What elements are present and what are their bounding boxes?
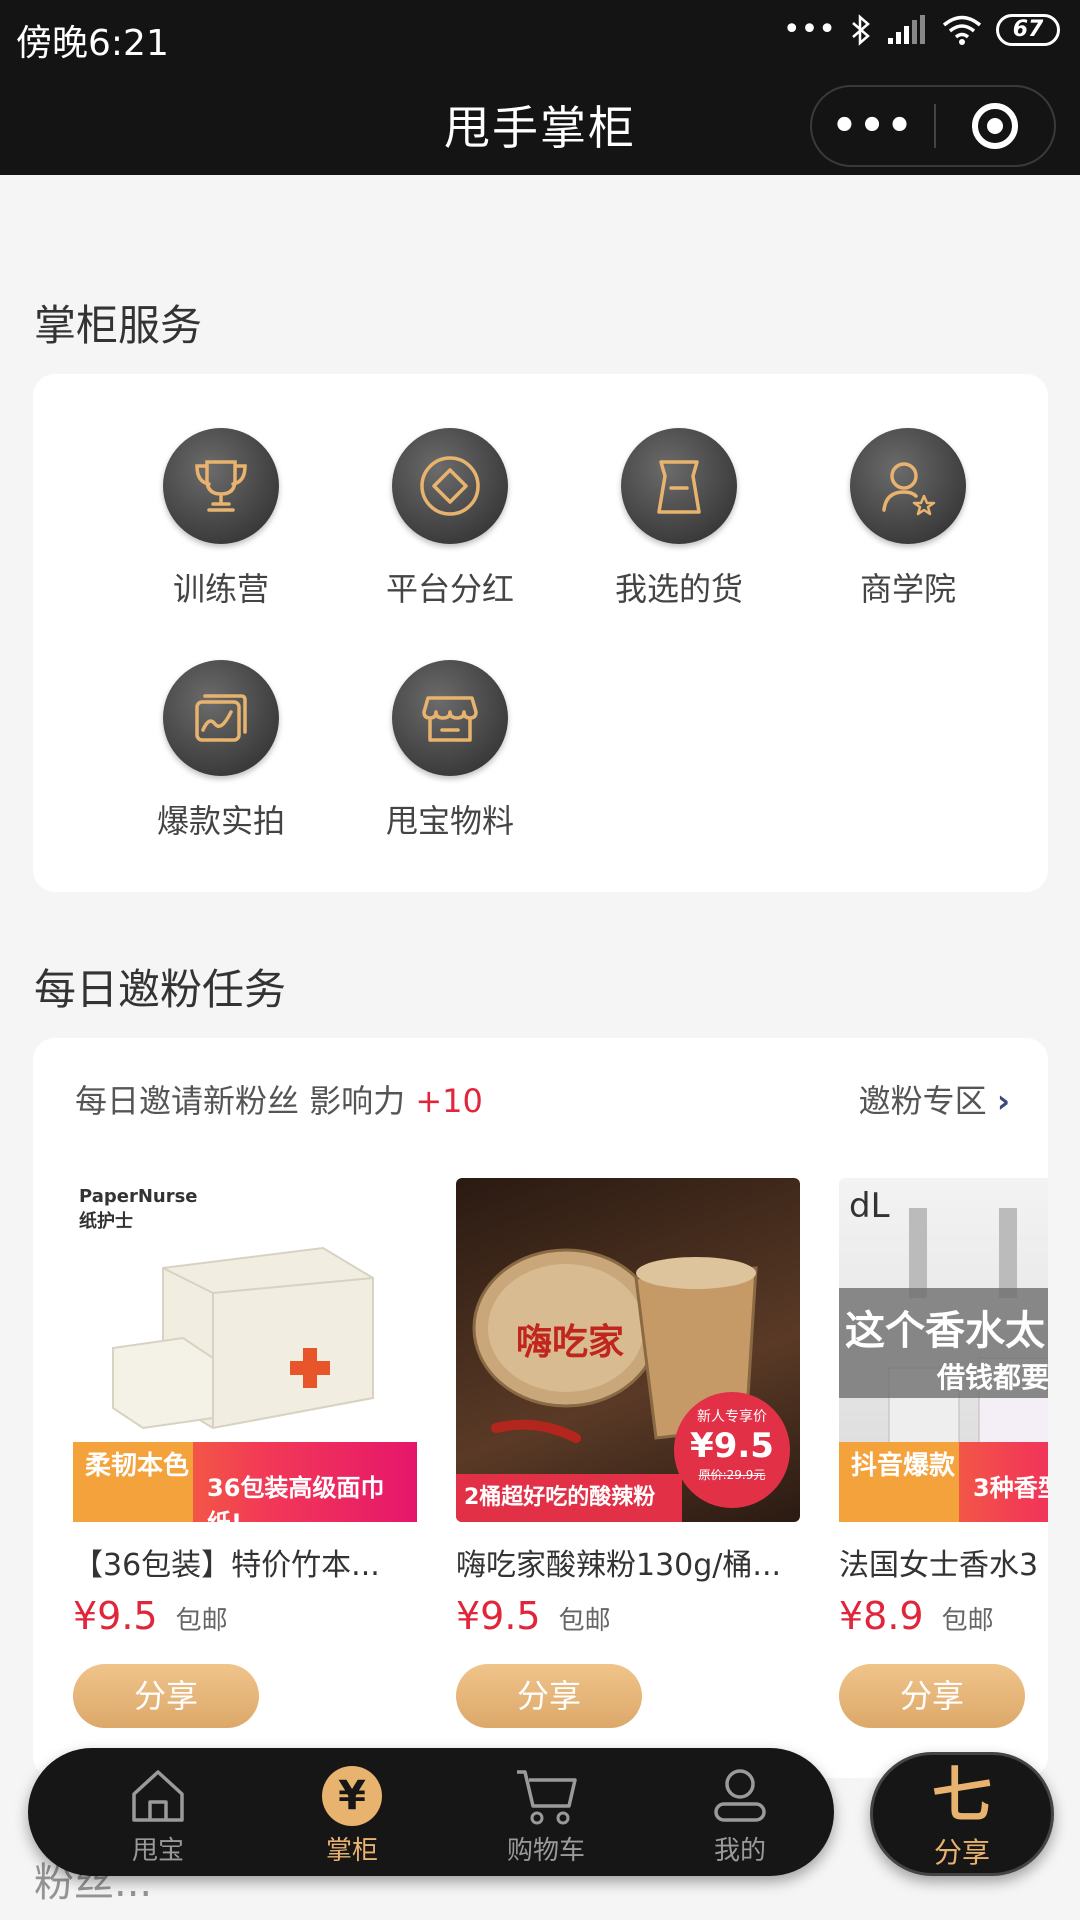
home-icon (132, 1770, 184, 1822)
shipping-label: 包邮 (175, 1606, 228, 1636)
image-headline: 这个香水太 (845, 1308, 1045, 1354)
services-card: 训练营 平台分红 我选的货 商学院 爆款实拍 甩宝物料 (33, 374, 1048, 892)
cart-icon (517, 1770, 577, 1825)
product-name: 法国女士香水3 (839, 1548, 1039, 1583)
service-materials[interactable]: 甩宝物料 (350, 660, 550, 842)
product-price: ¥9.5 (73, 1594, 158, 1638)
tasks-card: 每日邀请新粉丝 影响力 +10 邀粉专区 › PaperNurse 纸护士 柔韧… (33, 1038, 1048, 1778)
product-name: 嗨吃家酸辣粉130g/桶... (456, 1548, 782, 1583)
tissue-box-illustration (112, 1246, 374, 1430)
price-badge: 新人专享价 ¥9.5 原价:29.9元 (674, 1392, 790, 1508)
services-title: 掌柜服务 (34, 301, 203, 350)
trophy-icon (195, 460, 247, 512)
shipping-label: 包邮 (558, 1606, 611, 1636)
price-row: ¥8.9 包邮 (839, 1594, 1048, 1638)
status-time: 傍晚6:21 (16, 23, 169, 64)
user-icon (714, 1769, 766, 1822)
tab-label: 我的 (713, 1836, 766, 1866)
service-training-camp[interactable]: 训练营 (121, 428, 321, 610)
service-label: 商学院 (859, 570, 956, 608)
product-price: ¥9.5 (456, 1594, 541, 1638)
promo-text: 36包装高级面巾纸! (207, 1474, 385, 1537)
share-fab-button[interactable]: 七 分享 (870, 1752, 1054, 1876)
status-icons: ••• 67 (783, 12, 1060, 47)
close-mini-program-button[interactable] (936, 103, 1054, 149)
price-row: ¥9.5 包邮 (73, 1594, 417, 1638)
tab-label: 掌柜 (325, 1836, 378, 1866)
more-dots-icon: ••• (782, 12, 836, 47)
target-icon (972, 103, 1018, 149)
gallery-icon (195, 694, 247, 742)
wifi-icon (942, 15, 982, 45)
shipping-label: 包邮 (941, 1606, 994, 1636)
mini-program-capsule: ••• (810, 85, 1056, 167)
share-button[interactable]: 分享 (839, 1664, 1025, 1728)
bottom-tab-bar: 甩宝 ¥ 掌柜 购物车 我的 (28, 1748, 834, 1876)
product-promo-banner: 柔韧本色 36包装高级面巾纸! (73, 1442, 417, 1537)
tab-label: 甩宝 (131, 1836, 184, 1866)
signal-icon (888, 14, 925, 44)
invite-zone-link[interactable]: 邀粉专区 › (859, 1076, 1010, 1122)
product-name: 【36包装】特价竹本... (73, 1548, 380, 1583)
product-brand-text: 嗨吃家 (516, 1322, 625, 1363)
invite-zone-label: 邀粉专区 (858, 1082, 987, 1120)
yen-icon: ¥ (322, 1766, 382, 1826)
badge-price: ¥9.5 (690, 1426, 774, 1466)
service-label: 训练营 (172, 570, 269, 608)
product-promo-banner: 2桶超好吃的酸辣粉 (456, 1474, 682, 1522)
share-fab-label: 分享 (933, 1836, 990, 1869)
product-card[interactable]: PaperNurse 纸护士 柔韧本色 36包装高级面巾纸! 【36包装】特价竹… (73, 1178, 417, 1728)
product-promo-banner: 抖音爆款 3种香型 (839, 1442, 1048, 1522)
product-card[interactable]: 嗨吃家 新人专享价 ¥9.5 原价:29.9元 2桶超好吃的酸辣粉 嗨吃家酸辣粉… (456, 1178, 800, 1728)
bag-icon (657, 460, 701, 514)
store-icon (422, 696, 478, 742)
share-button[interactable]: 分享 (456, 1664, 642, 1728)
more-menu-button[interactable]: ••• (812, 103, 934, 149)
influence-bonus: +10 (415, 1082, 483, 1120)
promo-tag: 抖音爆款 (839, 1442, 959, 1522)
promo-text: 3种香型 (973, 1474, 1048, 1502)
coin-diamond-icon (420, 456, 480, 516)
person-star-icon (882, 462, 936, 516)
service-label: 平台分红 (385, 570, 514, 608)
service-my-selected-goods[interactable]: 我选的货 (579, 428, 779, 610)
service-label: 甩宝物料 (385, 802, 514, 840)
share-coin-icon: 七 (932, 1761, 992, 1831)
tasks-title: 每日邀粉任务 (34, 965, 287, 1014)
service-label: 我选的货 (614, 570, 743, 608)
service-hot-item-photos[interactable]: 爆款实拍 (121, 660, 321, 842)
top-bar: 傍晚6:21 ••• 67 甩手掌柜 ••• (0, 0, 1080, 175)
service-business-school[interactable]: 商学院 (808, 428, 1008, 610)
tab-cart[interactable]: 购物车 (466, 1762, 626, 1867)
battery-indicator: 67 (996, 13, 1060, 46)
product-card[interactable]: dL 这个香水太 借钱都要 抖音爆款 3种香型 法国女士香水3 ¥8.9 包邮 … (839, 1178, 1048, 1728)
service-label: 爆款实拍 (156, 802, 285, 840)
service-platform-dividend[interactable]: 平台分红 (350, 428, 550, 610)
product-image: 嗨吃家 新人专享价 ¥9.5 原价:29.9元 2桶超好吃的酸辣粉 (456, 1178, 800, 1522)
badge-title: 新人专享价 (697, 1409, 767, 1425)
task-description: 每日邀请新粉丝 影响力 (75, 1082, 406, 1120)
badge-old-price: 原价:29.9元 (698, 1468, 766, 1482)
share-button[interactable]: 分享 (73, 1664, 259, 1728)
chevron-right-icon: › (996, 1082, 1010, 1120)
image-overlay: 这个香水太 借钱都要 (839, 1288, 1048, 1398)
tab-home[interactable]: 甩宝 (78, 1762, 238, 1867)
promo-text: 2桶超好吃的酸辣粉 (464, 1485, 656, 1510)
image-subline: 借钱都要 (937, 1361, 1048, 1394)
bluetooth-icon (852, 13, 870, 46)
task-header: 每日邀请新粉丝 影响力 +10 (75, 1076, 483, 1122)
price-row: ¥9.5 包邮 (456, 1594, 800, 1638)
promo-tag: 柔韧本色 (73, 1442, 193, 1522)
tab-label: 购物车 (506, 1836, 585, 1866)
tab-shopkeeper[interactable]: ¥ 掌柜 (272, 1762, 432, 1867)
product-price: ¥8.9 (839, 1594, 924, 1638)
tab-mine[interactable]: 我的 (660, 1762, 820, 1867)
